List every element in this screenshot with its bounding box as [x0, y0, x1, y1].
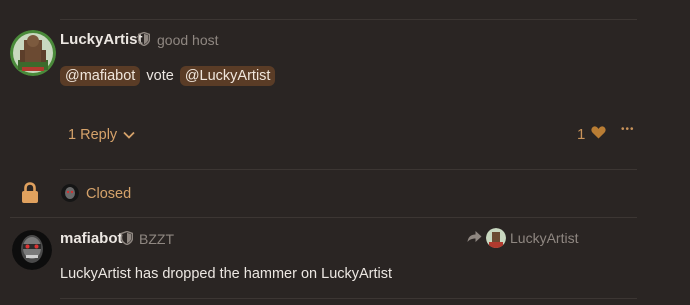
mention-luckyartist[interactable]: @LuckyArtist: [179, 66, 276, 86]
divider-1: [60, 169, 637, 170]
avatar-mafiabot-small[interactable]: [61, 184, 79, 202]
heart-icon: [591, 126, 606, 143]
lock-icon: [21, 182, 39, 209]
post-body-word: vote: [146, 68, 174, 84]
reply-to-link[interactable]: LuckyArtist: [467, 228, 578, 248]
shield-icon: [137, 31, 151, 51]
closed-label: Closed: [86, 186, 132, 202]
chevron-down-icon: [123, 127, 135, 143]
divider-2: [10, 217, 637, 218]
user-title: good host: [157, 32, 219, 48]
avatar-mafiabot[interactable]: [12, 230, 52, 270]
top-divider: [60, 19, 637, 20]
username-luckyartist[interactable]: LuckyArtist: [60, 31, 143, 48]
like-count: 1: [577, 126, 586, 143]
post-body: @mafiabot vote @LuckyArtist: [60, 66, 276, 86]
bottom-divider: [60, 298, 637, 299]
show-replies-button[interactable]: 1 Reply: [68, 127, 135, 143]
avatar-luckyartist-small: [486, 228, 506, 248]
reply-arrow-icon: [467, 230, 482, 246]
user-title: BZZT: [139, 231, 174, 247]
reply-to-username: LuckyArtist: [510, 230, 579, 246]
more-actions-button[interactable]: •••: [621, 124, 635, 135]
avatar-luckyartist[interactable]: [10, 30, 56, 76]
replies-label: 1 Reply: [68, 127, 118, 143]
post-body: LuckyArtist has dropped the hammer on Lu…: [60, 266, 393, 282]
like-button[interactable]: 1: [577, 126, 606, 143]
username-mafiabot[interactable]: mafiabot: [60, 230, 123, 247]
shield-icon: [120, 230, 134, 250]
mention-mafiabot[interactable]: @mafiabot: [60, 66, 141, 86]
